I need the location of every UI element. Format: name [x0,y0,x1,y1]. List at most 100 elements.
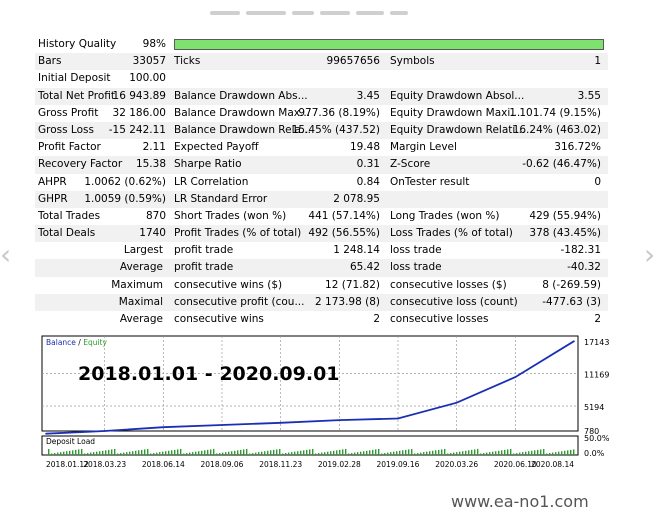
x-tick-label: 2019.09.16 [377,460,420,469]
stat-value: 0.31 [356,158,380,171]
deposit-load-bar [192,452,194,455]
deposit-load-bar [393,451,395,455]
deposit-load-bar [456,452,458,455]
stat-label: Largest [123,244,163,257]
deposit-load-bar [75,449,77,455]
deposit-load-bar [345,448,347,455]
deposit-load-bar [309,449,311,455]
report-row: Total Deals 1740 Profit Trades (% of total… [35,225,608,243]
deposit-load-bar [90,452,92,455]
deposit-load-bar [540,449,542,455]
stat-value: 441 (57.14%) [308,209,380,222]
report-row: Profit Factor 2.11 Expected Payoff 19.48 Mar… [35,139,608,156]
report-row: History Quality 98% [35,36,608,53]
report-row: AHPR 1.0062 (0.62%) LR Correlation 0.84 OnTe… [35,174,608,191]
deposit-load-bar [81,448,83,455]
deposit-load-bar [252,453,254,455]
report-row: Maximal consecutive profit (cou... 2 173.9… [35,293,608,311]
deposit-load-bar [534,450,536,455]
deposit-load-bar [408,449,410,455]
stat-value: -40.32 [567,261,601,274]
prev-arrow-icon[interactable]: ‹ [0,240,14,270]
balance-point [338,419,341,421]
deposit-load-bar [531,450,533,455]
deposit-load-bar [141,449,143,455]
deposit-tick-top: 50.0% [584,434,610,443]
deposit-load-bar [177,449,179,455]
stat-value: 492 (56.55%) [308,227,380,240]
stat-value: 33057 [132,55,166,68]
report-row: Largest profit trade 1 248.14 loss trade -18… [35,242,608,259]
deposit-load-bar [282,453,284,455]
deposit-load-bar [57,452,59,455]
y-tick-label: 5194 [584,403,604,412]
x-tick-label: 2020.08.14 [531,460,574,469]
balance-point [103,430,106,432]
deposit-load-bar [567,450,569,455]
report-row: Total Net Profit 16 943.89 Balance Drawdow… [35,87,608,105]
deposit-load-bar [84,453,86,455]
deposit-load-bar [357,452,359,455]
deposit-load-bar [291,452,293,455]
stat-label: Average [119,313,163,325]
deposit-load-bar [474,449,476,455]
report-table: History Quality 98% Bars 33057 Ticks 99657656… [35,36,608,328]
deposit-load-bar [165,451,167,455]
deposit-load-bar [105,450,107,455]
deposit-load-bar [399,450,401,455]
deposit-load-bar [258,452,260,455]
deposit-load-bar [372,449,374,455]
report-row: Maximum consecutive wins ($) 12 (71.82) con… [35,277,608,294]
deposit-load-bar [375,449,377,455]
deposit-load-bar [78,449,80,455]
deposit-load-bar [159,452,161,455]
stat-value: 2 [594,313,601,325]
deposit-load-bar [504,449,506,455]
deposit-load-bar [435,450,437,455]
balance-chart: 17143 11169 5194 780 Balance / Equity 2018.01… [40,333,610,473]
deposit-load-bar [486,452,488,455]
deposit-load-bar [234,450,236,455]
deposit-load-bar [189,452,191,455]
next-arrow-icon[interactable]: › [644,240,658,270]
deposit-load-bar [354,452,356,455]
stat-value: 16.24% (463.02) [512,123,601,136]
stat-value: 316.72% [554,141,601,154]
deposit-tick-bottom: 0.0% [584,449,605,458]
stat-value: 1740 [139,227,166,240]
report-row: Recovery Factor 15.38 Sharpe Ratio 0.31 Z-Sc… [35,156,608,174]
stat-value: 3.45 [356,89,380,102]
history-quality-bar [174,39,604,50]
deposit-load-bar [219,453,221,455]
deposit-load-bar [216,453,218,455]
report-row: Average consecutive wins 2 consecutive loss… [35,311,608,328]
stat-label: Average [119,261,163,274]
deposit-load-bar [405,449,407,455]
stat-value: 1.0062 (0.62%) [84,175,166,188]
deposit-load-bar [249,453,251,455]
deposit-load-bar [243,449,245,455]
stat-value: 1.0059 (0.59%) [84,192,166,205]
deposit-load-bar [300,450,302,455]
stat-value: 8 (-269.59) [542,278,601,291]
report-row: Initial Deposit 100.00 [35,70,608,87]
deposit-load-bar [417,453,419,455]
deposit-load-bar [570,449,572,455]
deposit-load-bar [528,451,530,455]
stat-value: 2.11 [142,141,166,154]
deposit-load-bar [114,448,116,455]
deposit-load-bar [129,451,131,455]
deposit-load-label: Deposit Load [46,437,95,446]
deposit-load-bar [537,449,539,455]
deposit-load-bar [63,451,65,455]
stat-value: 0 [594,175,601,188]
deposit-load-bar [462,451,464,455]
deposit-load-bar [168,450,170,455]
deposit-load-bar [195,451,197,455]
deposit-load-bar [468,450,470,455]
deposit-load-bar [492,451,494,455]
deposit-load-bar [69,450,71,455]
deposit-load-bar [378,448,380,455]
deposit-load-bar [390,452,392,455]
deposit-load-bar [348,453,350,455]
